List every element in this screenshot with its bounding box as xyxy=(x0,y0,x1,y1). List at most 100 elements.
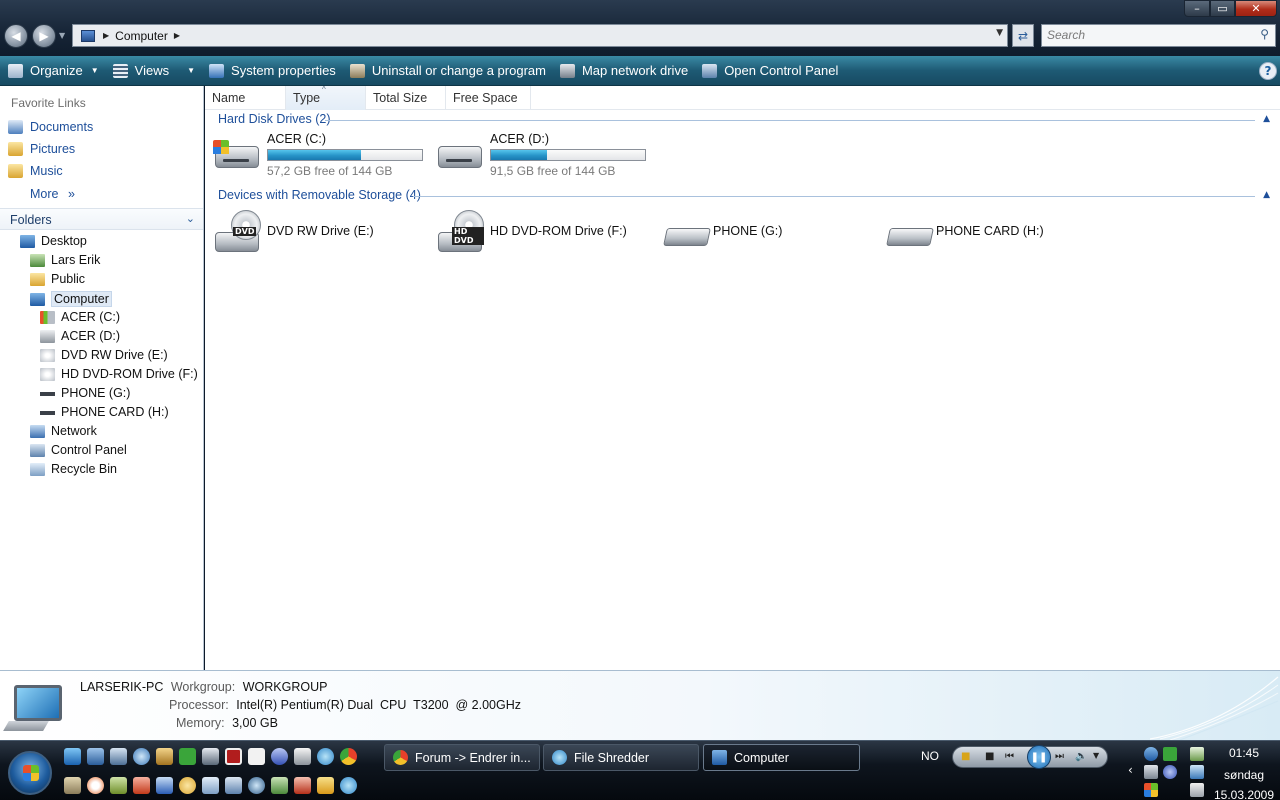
show-desktop-icon[interactable] xyxy=(87,748,104,765)
breadcrumb-computer[interactable]: Computer xyxy=(115,29,168,43)
group-header-hard-disks[interactable]: Hard Disk Drives (2) xyxy=(218,112,331,126)
app-icon[interactable] xyxy=(317,777,334,794)
bluetooth-icon[interactable] xyxy=(1144,747,1158,761)
column-header-free-space[interactable]: Free Space xyxy=(446,86,531,110)
minimize-button[interactable]: – xyxy=(1184,0,1210,17)
app-icon[interactable] xyxy=(340,777,357,794)
volume-icon[interactable]: 🔈 xyxy=(1075,751,1087,762)
app-icon[interactable] xyxy=(110,777,127,794)
address-dropdown-icon[interactable]: ▼ xyxy=(996,28,1003,38)
column-header-name[interactable]: Name xyxy=(205,86,286,110)
app-icon[interactable] xyxy=(271,748,288,765)
tray-app-icon[interactable] xyxy=(1163,747,1177,761)
app-icon[interactable] xyxy=(248,748,265,765)
back-button[interactable]: ◀ xyxy=(4,24,28,48)
taskbar-button-forum[interactable]: Forum -> Endrer in... xyxy=(384,744,540,771)
tree-item-computer[interactable]: Computer xyxy=(30,291,112,307)
speaker-icon[interactable] xyxy=(1190,783,1204,797)
drive-item-dvd-rw[interactable]: DVD DVD RW Drive (E:) xyxy=(213,210,374,254)
tree-item-recycle-bin[interactable]: Recycle Bin xyxy=(30,462,117,476)
help-button[interactable]: ? xyxy=(1259,62,1277,80)
tree-item-phone-g[interactable]: PHONE (G:) xyxy=(40,386,130,400)
breadcrumb-separator-icon[interactable]: ▶ xyxy=(103,31,109,40)
app-icon[interactable] xyxy=(156,748,173,765)
system-clock[interactable]: 01:45 søndag 15.03.2009 xyxy=(1212,742,1276,800)
next-icon[interactable]: ⏭ xyxy=(1055,751,1064,762)
collapse-group-icon[interactable]: ▲ xyxy=(1263,190,1270,200)
media-library-icon[interactable]: ■ xyxy=(961,751,970,762)
tree-item-phone-card-h[interactable]: PHONE CARD (H:) xyxy=(40,405,169,419)
search-input[interactable]: Search ⚲ xyxy=(1041,24,1276,47)
tree-item-acer-d[interactable]: ACER (D:) xyxy=(40,329,120,343)
language-indicator[interactable]: NO xyxy=(921,749,939,763)
app-icon[interactable] xyxy=(64,777,81,794)
folders-toggle[interactable]: Folders ⌄ xyxy=(0,208,203,230)
word-icon[interactable] xyxy=(156,777,173,794)
maximize-button[interactable]: ▭ xyxy=(1210,0,1235,17)
app-icon[interactable] xyxy=(133,777,150,794)
column-header-type[interactable]: ^ Type xyxy=(286,85,366,110)
app-icon[interactable] xyxy=(294,777,311,794)
app-icon[interactable] xyxy=(202,748,219,765)
close-button[interactable]: ✕ xyxy=(1235,0,1277,17)
open-control-panel-button[interactable]: Open Control Panel xyxy=(702,63,838,78)
system-properties-button[interactable]: System properties xyxy=(209,63,336,78)
app-icon[interactable] xyxy=(294,748,311,765)
drive-item-phone-g[interactable]: PHONE (G:) xyxy=(659,210,782,254)
forward-button[interactable]: ▶ xyxy=(32,24,56,48)
breadcrumb-separator-icon[interactable]: ▶ xyxy=(174,31,180,40)
windows-tray-icon[interactable] xyxy=(1144,783,1158,797)
tree-item-hd-dvd[interactable]: HD DVD-ROM Drive (F:) xyxy=(40,367,198,381)
tree-item-public[interactable]: Public xyxy=(30,272,85,286)
map-network-drive-button[interactable]: Map network drive xyxy=(559,63,688,78)
app-icon[interactable] xyxy=(248,777,265,794)
favorite-link-pictures[interactable]: Pictures xyxy=(8,142,75,156)
more-favorites-link[interactable]: More » xyxy=(30,187,75,201)
network-tray-icon[interactable] xyxy=(1144,765,1158,779)
media-player-icon[interactable] xyxy=(133,748,150,765)
chevron-down-icon[interactable]: ▼ xyxy=(1093,751,1099,760)
recycle-bin-icon[interactable] xyxy=(202,777,219,794)
switch-windows-icon[interactable] xyxy=(110,748,127,765)
internet-explorer-icon[interactable] xyxy=(64,748,81,765)
previous-icon[interactable]: ⏮ xyxy=(1005,751,1014,762)
app-icon[interactable] xyxy=(225,777,242,794)
stop-icon[interactable]: ■ xyxy=(985,751,994,762)
drive-item-acer-d[interactable]: ACER (D:) 91,5 GB free of 144 GB xyxy=(436,132,646,178)
drive-item-acer-c[interactable]: ACER (C:) 57,2 GB free of 144 GB xyxy=(213,132,423,178)
favorite-link-documents[interactable]: Documents xyxy=(8,120,93,134)
app-icon[interactable] xyxy=(271,777,288,794)
recent-pages-dropdown[interactable]: ▼ xyxy=(59,31,65,40)
favorite-link-music[interactable]: Music xyxy=(8,164,63,178)
tree-item-lars-erik[interactable]: Lars Erik xyxy=(30,253,100,267)
search-icon[interactable]: ⚲ xyxy=(1260,27,1269,41)
show-hidden-icons-button[interactable]: ‹ xyxy=(1128,763,1133,777)
uninstall-button[interactable]: Uninstall or change a program xyxy=(349,63,546,78)
refresh-button[interactable]: ⇄ xyxy=(1012,24,1034,47)
taskbar-button-file-shredder[interactable]: File Shredder xyxy=(543,744,699,771)
tree-item-network[interactable]: Network xyxy=(30,424,97,438)
app-icon[interactable] xyxy=(317,748,334,765)
tree-item-desktop[interactable]: Desktop xyxy=(20,234,87,248)
taskbar-button-computer[interactable]: Computer xyxy=(703,744,860,771)
app-icon[interactable] xyxy=(225,748,242,765)
app-icon[interactable] xyxy=(179,777,196,794)
chrome-icon[interactable] xyxy=(340,748,357,765)
app-icon[interactable] xyxy=(179,748,196,765)
pause-button[interactable]: ❚❚ xyxy=(1027,745,1051,769)
tree-item-control-panel[interactable]: Control Panel xyxy=(30,443,127,457)
group-header-removable[interactable]: Devices with Removable Storage (4) xyxy=(218,188,421,202)
tree-item-dvd-rw[interactable]: DVD RW Drive (E:) xyxy=(40,348,168,362)
wireless-icon[interactable] xyxy=(1190,765,1204,779)
address-bar[interactable]: ▶ Computer ▶ ▼ xyxy=(72,24,1008,47)
start-button[interactable] xyxy=(8,751,52,795)
battery-icon[interactable] xyxy=(1190,747,1204,761)
tree-item-acer-c[interactable]: ACER (C:) xyxy=(40,310,120,324)
collapse-group-icon[interactable]: ▲ xyxy=(1263,114,1270,124)
tray-app-icon[interactable] xyxy=(1163,765,1177,779)
drive-item-phone-card-h[interactable]: PHONE CARD (H:) xyxy=(882,210,1044,254)
app-icon[interactable] xyxy=(87,777,104,794)
views-button[interactable]: Views ▼ xyxy=(112,63,195,78)
organize-button[interactable]: Organize ▼ xyxy=(8,63,99,78)
drive-item-hd-dvd[interactable]: HD DVD HD DVD-ROM Drive (F:) xyxy=(436,210,627,254)
